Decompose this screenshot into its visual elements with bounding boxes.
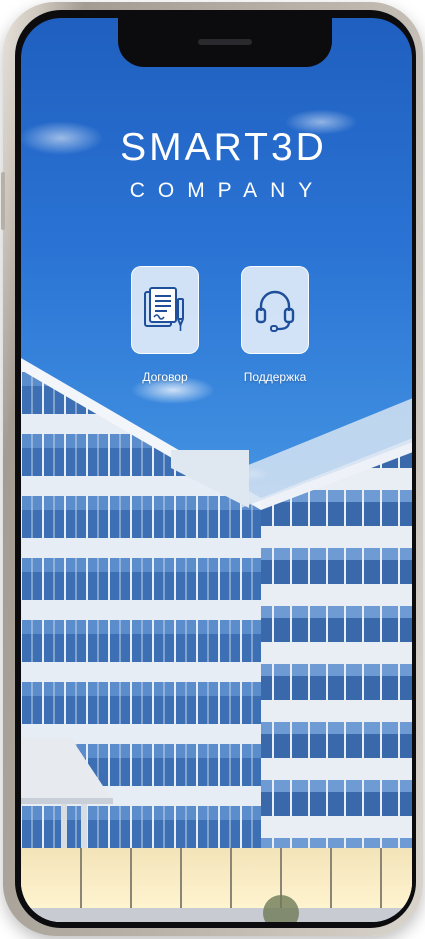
headset-icon <box>255 290 295 332</box>
support-tile[interactable]: Поддержка <box>241 266 309 384</box>
app-screen: SMART3D COMPANY Договор Поддержка <box>21 18 412 922</box>
brand-name: SMART3D <box>120 126 327 169</box>
contract-tile-background[interactable] <box>131 266 199 354</box>
brand-subtitle: COMPANY <box>129 179 326 202</box>
contract-document-pen-icon <box>144 287 184 331</box>
brand-logo: SMART3D COMPANY <box>21 126 412 206</box>
side-button <box>1 172 5 230</box>
building-background-image <box>21 358 412 922</box>
notch <box>118 17 332 67</box>
support-tile-background[interactable] <box>241 266 309 354</box>
speaker-grille <box>198 39 252 45</box>
phone-frame: SMART3D COMPANY Договор Поддержка <box>1 2 423 936</box>
contract-tile[interactable]: Договор <box>131 266 199 384</box>
